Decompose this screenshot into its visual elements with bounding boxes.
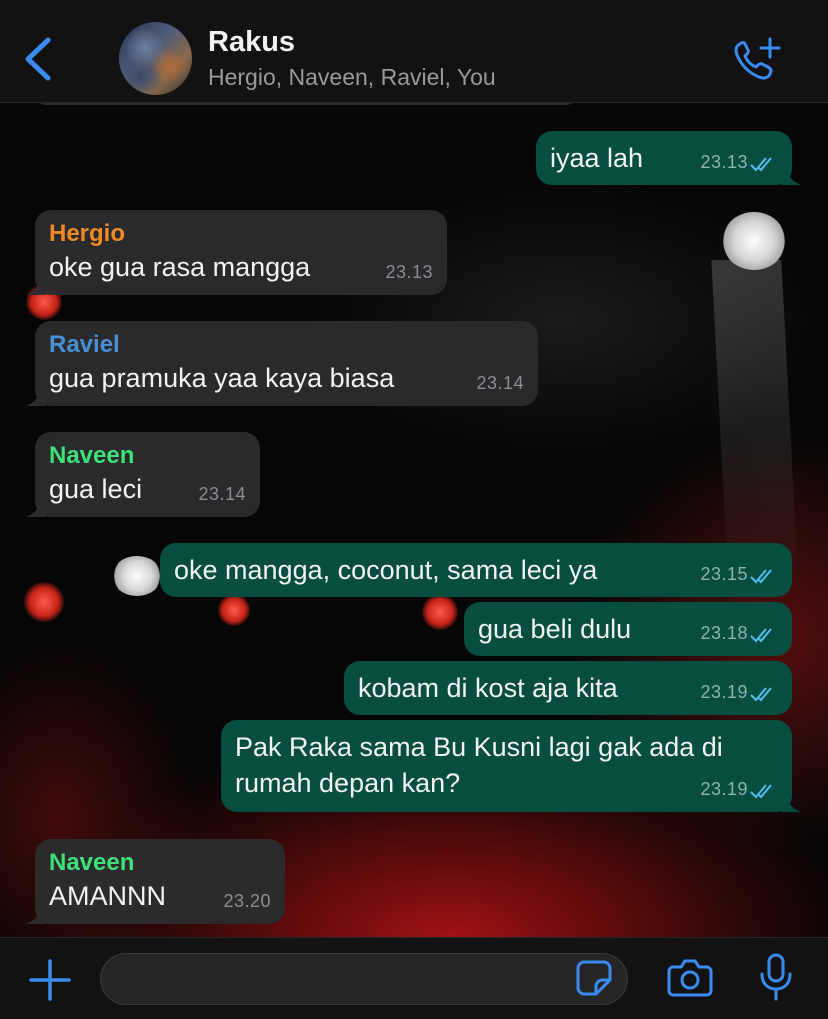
incoming-message[interactable]: Naveen gua leci 23.14 [26, 432, 260, 517]
outgoing-message[interactable]: gua beli dulu 23.18 [464, 602, 792, 656]
message-time: 23.19 [700, 682, 748, 702]
outgoing-message[interactable]: Pak Raka sama Bu Kusni lagi gak ada di r… [221, 720, 801, 812]
sender-name[interactable]: Raviel [49, 331, 524, 359]
bubble-tail [781, 792, 801, 812]
bubble-tail [781, 165, 801, 185]
add-call-icon[interactable] [732, 36, 782, 82]
outgoing-message[interactable]: kobam di kost aja kita 23.19 [344, 661, 792, 715]
message-text: gua pramuka yaa kaya biasa [49, 363, 395, 393]
message-time: 23.13 [385, 262, 433, 282]
message-text-line: rumah depan kan? [235, 768, 461, 798]
sender-name[interactable]: Naveen [49, 442, 246, 470]
read-ticks-icon [750, 687, 772, 702]
bubble-tail [26, 275, 46, 295]
stage-light [24, 582, 64, 622]
microphone-icon[interactable] [758, 952, 794, 1002]
message-time: 23.14 [476, 373, 524, 393]
spotlight [112, 556, 162, 596]
camera-icon[interactable] [667, 955, 713, 999]
bubble-tail [26, 497, 46, 517]
message-time: 23.13 [700, 152, 748, 172]
chevron-left-icon[interactable] [22, 36, 56, 82]
spotlight [722, 212, 786, 270]
message-text: oke gua rasa mangga [49, 252, 311, 282]
sender-name[interactable]: Hergio [49, 220, 433, 248]
bubble-tail [26, 904, 46, 924]
sticker-icon[interactable] [574, 958, 614, 998]
message-time: 23.20 [223, 891, 271, 911]
spotlight-beam [711, 260, 799, 590]
sender-name[interactable]: Naveen [49, 849, 271, 877]
read-ticks-icon [750, 628, 772, 643]
read-ticks-icon [750, 569, 772, 584]
bubble-tail [26, 386, 46, 406]
message-text-line: Pak Raka sama Bu Kusni lagi gak ada di [235, 732, 723, 762]
read-ticks-icon [750, 157, 772, 172]
message-time: 23.18 [700, 623, 748, 643]
message-input[interactable] [100, 953, 628, 1005]
read-ticks-icon [750, 784, 772, 799]
chat-title[interactable]: Rakus [208, 26, 295, 59]
chat-header: Rakus Hergio, Naveen, Raviel, You [0, 0, 828, 103]
message-time: 23.14 [198, 484, 246, 504]
stage-light [218, 594, 250, 626]
message-text: oke mangga, coconut, sama leci ya [174, 555, 598, 585]
participants-list[interactable]: Hergio, Naveen, Raviel, You [208, 64, 496, 91]
outgoing-message[interactable]: oke mangga, coconut, sama leci ya 23.15 [160, 543, 792, 597]
outgoing-message[interactable]: iyaa lah 23.13 [536, 131, 801, 185]
incoming-message[interactable]: Hergio oke gua rasa mangga 23.13 [26, 210, 447, 295]
incoming-message[interactable]: Naveen AMANNN 23.20 [26, 839, 285, 924]
plus-icon[interactable] [28, 958, 72, 1002]
message-time: 23.19 [700, 779, 748, 799]
stage-light [422, 594, 458, 630]
message-time: 23.15 [700, 564, 748, 584]
incoming-message[interactable]: Raviel gua pramuka yaa kaya biasa 23.14 [26, 321, 538, 406]
group-avatar[interactable] [119, 22, 192, 95]
